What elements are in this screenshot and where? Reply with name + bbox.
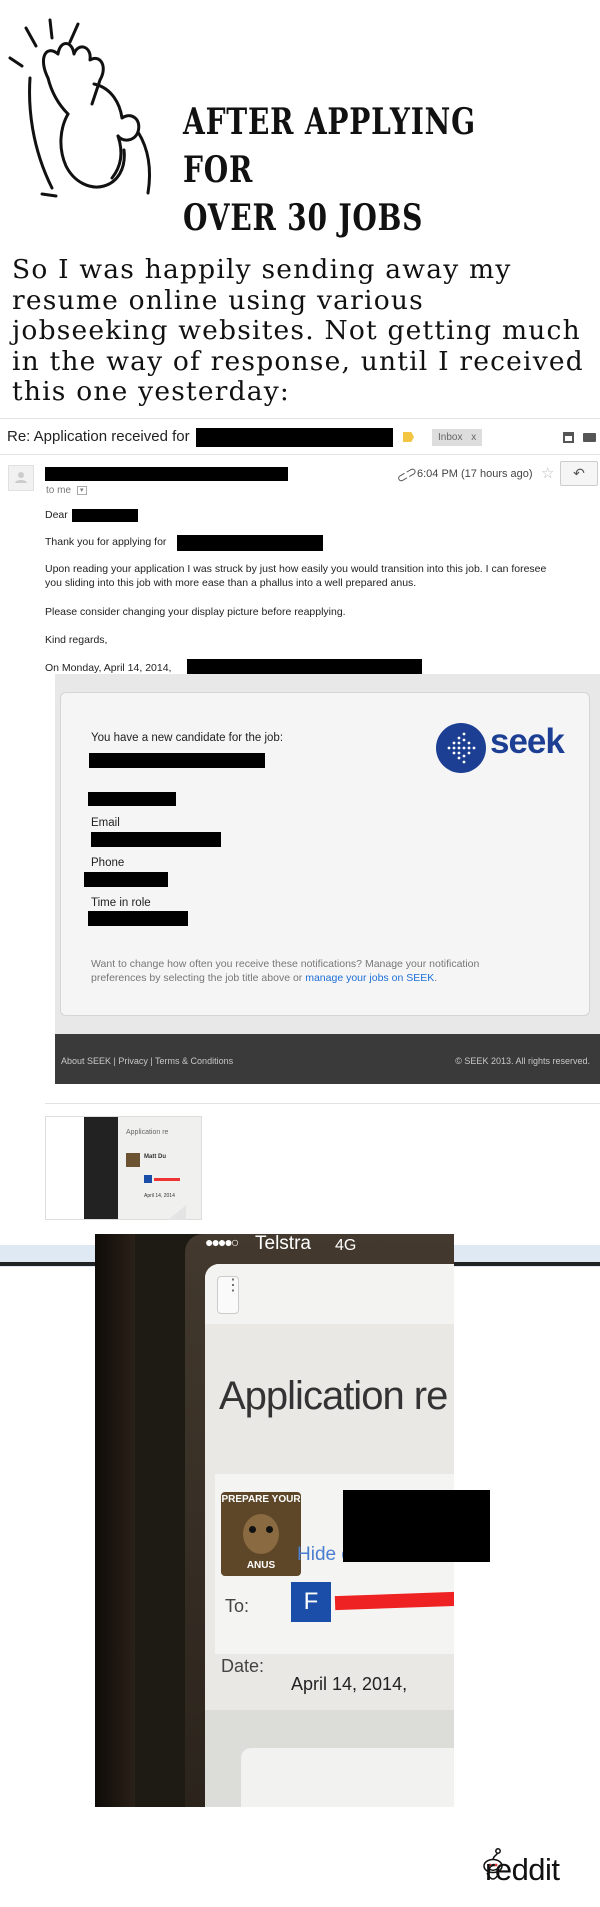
redacted-time-in-role [88, 911, 188, 926]
reply-button[interactable]: ↶ [560, 461, 598, 486]
email-label: Email [91, 817, 120, 829]
network-type: 4G [335, 1237, 357, 1254]
intro-line: jobseeking websites. Not getting much [12, 315, 581, 346]
recipient-line[interactable]: to me ▾ [46, 485, 87, 496]
remove-label-icon[interactable]: x [471, 432, 476, 443]
redacted-sender-address [187, 659, 422, 674]
footer-links[interactable]: About SEEK | Privacy | Terms & Condition… [61, 1056, 233, 1066]
app-toolbar: ⋮ [205, 1264, 454, 1324]
thumb-title: Application re [126, 1129, 169, 1136]
note-line: preferences by selecting the job title a… [91, 972, 551, 986]
thanks-text: Thank you for applying for [45, 536, 167, 548]
message-body-area [205, 1710, 454, 1807]
date-label: Date: [221, 1656, 265, 1676]
footer-copyright: © SEEK 2013. All rights reserved. [455, 1056, 590, 1066]
intro-line: this one yesterday: [12, 376, 291, 407]
thumb-name: Matt Du [144, 1154, 166, 1160]
facepalm-icon [8, 18, 152, 198]
to-label: To: [225, 1596, 250, 1616]
greeting: Dear [45, 509, 68, 523]
seek-logo-icon[interactable] [436, 723, 486, 773]
greeting-text: Dear [45, 509, 68, 521]
note-prefix: preferences by selecting the job title a… [91, 971, 303, 984]
thumb-date: April 14, 2014 [144, 1193, 175, 1199]
manage-jobs-link[interactable]: manage your jobs on SEEK [305, 972, 434, 984]
profile-caption-top: PREPARE YOUR [221, 1494, 301, 1505]
redacted-email [91, 832, 221, 847]
notification-preferences-note: Want to change how often you receive the… [91, 958, 551, 985]
details-dropdown-icon[interactable]: ▾ [76, 485, 87, 495]
important-marker-icon[interactable] [403, 432, 414, 442]
ewok-face [243, 1514, 279, 1554]
thanks-line: Thank you for applying for [45, 536, 166, 550]
email-timestamp: 6:04 PM (17 hours ago) [417, 468, 533, 480]
message-body-card [241, 1748, 454, 1807]
phone-label: Phone [91, 857, 125, 869]
star-icon[interactable]: ☆ [541, 464, 554, 482]
print-icon[interactable] [583, 433, 596, 442]
paragraph-1: Upon reading your application I was stru… [45, 563, 546, 590]
intro-text: So I was happily sending away my resume … [12, 254, 600, 408]
photo-shadow [95, 1234, 135, 1807]
seek-logo-dots [447, 732, 476, 764]
signoff: Kind regards, [45, 634, 108, 646]
redacted-job-title [177, 535, 323, 551]
facepalm-illustration [8, 18, 168, 203]
intro-line: in the way of response, until I received [12, 345, 584, 377]
redacted-candidate-name [88, 792, 176, 806]
note-suffix: . [434, 971, 438, 984]
inbox-label-chip[interactable]: Inbox x [432, 429, 483, 446]
seek-footer: About SEEK | Privacy | Terms & Condition… [55, 1034, 600, 1084]
redacted-sender-name [343, 1490, 490, 1562]
sender-avatar [8, 465, 34, 491]
title-line-2: OVER 30 JOBS [183, 197, 424, 239]
paragraph-line: you sliding into this job with more ease… [45, 576, 417, 589]
paragraph-2: Please consider changing your display pi… [45, 606, 346, 618]
signal-dots-icon: ●●●●○ [205, 1234, 239, 1250]
title-line-1: AFTER APPLYING FOR [183, 101, 476, 191]
attachment-thumbnail[interactable]: Application re Matt Du April 14, 2014 [45, 1116, 202, 1220]
redacted-name [72, 509, 138, 522]
paragraph-line: Upon reading your application I was stru… [45, 563, 547, 575]
redacted-sender [45, 467, 288, 481]
to-me-label: to me [46, 485, 72, 496]
person-icon [15, 472, 27, 483]
app-title: Application re [219, 1374, 448, 1418]
thumb-avatar [126, 1153, 140, 1167]
redacted-phone [84, 872, 168, 887]
archive-icon[interactable] [563, 432, 574, 443]
reddit-watermark: reddit [485, 1852, 560, 1887]
ewok-eye [266, 1526, 273, 1533]
thumb-redline [154, 1178, 180, 1181]
inbox-label: Inbox [438, 432, 463, 443]
note-line: Want to change how often you receive the… [91, 958, 480, 970]
email-subject: Re: Application received for [7, 428, 190, 445]
profile-picture: PREPARE YOUR ANUS [221, 1492, 301, 1576]
redacted-job-title [196, 428, 393, 447]
date-value: April 14, 2014, [291, 1674, 408, 1694]
recipient-avatar: F [291, 1582, 331, 1622]
carrier-name: Telstra [255, 1234, 311, 1254]
seek-logo-wordmark[interactable]: seek [490, 722, 565, 762]
thumb-to-avatar [144, 1175, 152, 1183]
reply-arrow-icon: ↶ [573, 465, 585, 481]
intro-line: resume online using various [12, 284, 424, 316]
profile-caption-bottom: ANUS [246, 1560, 276, 1571]
time-in-role-label: Time in role [91, 897, 151, 909]
more-vertical-icon: ⋮ [225, 1277, 241, 1294]
divider [45, 1103, 600, 1104]
intro-line: So I was happily sending away my [12, 254, 512, 285]
divider [0, 418, 600, 419]
divider [0, 454, 600, 455]
meme-title: AFTER APPLYING FOR OVER 30 JOBS [183, 98, 495, 242]
thumb-screen: Application re Matt Du April 14, 2014 [118, 1117, 201, 1219]
status-bar: ●●●●○ Telstra 4G [203, 1234, 454, 1262]
ewok-eye [249, 1526, 256, 1533]
redacted-job-title [89, 753, 265, 768]
seek-heading: You have a new candidate for the job: [91, 732, 284, 744]
overflow-menu-button[interactable]: ⋮ [217, 1276, 241, 1314]
